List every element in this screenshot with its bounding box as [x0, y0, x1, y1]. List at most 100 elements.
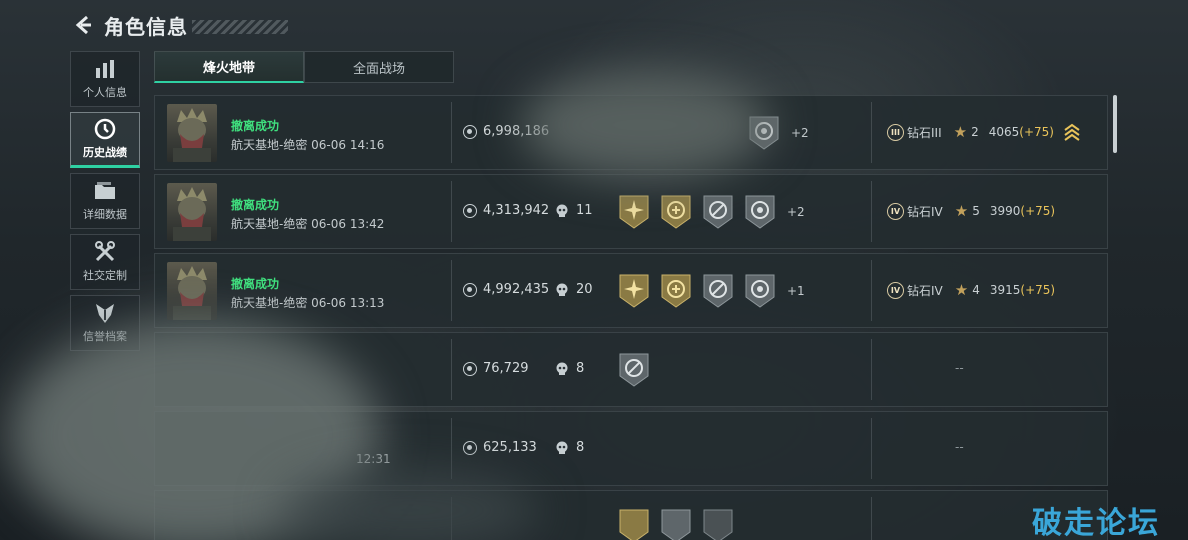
kill-count: 8 — [555, 440, 584, 455]
rank-score: 3990 — [989, 204, 1021, 218]
divider — [451, 260, 452, 321]
match-row[interactable]: 撤离成功 航天基地-绝密 06-06 13:13 4,992,435 20 +1 — [154, 253, 1108, 328]
divider — [871, 260, 872, 321]
medal-gold-star-icon[interactable] — [617, 193, 651, 231]
divider — [451, 418, 452, 479]
star-icon: ★ — [954, 281, 969, 299]
clock-icon — [93, 118, 117, 140]
match-row[interactable] — [154, 490, 1108, 540]
tools-icon — [93, 241, 117, 263]
currency-icon — [463, 282, 477, 297]
nav-label: 历史战绩 — [83, 146, 127, 159]
match-time-partial: 12:31 — [356, 452, 391, 466]
divider — [451, 497, 452, 540]
watermark-text: 破走论坛 — [1032, 506, 1160, 540]
medal-gold-circle-icon[interactable] — [659, 193, 693, 231]
kill-count-text: 20 — [576, 282, 593, 297]
match-row[interactable]: 12:31 625,133 8 -- — [154, 411, 1108, 486]
nav-label: 个人信息 — [83, 86, 127, 99]
title-decoration — [192, 20, 288, 34]
medal-list: +2 — [617, 193, 805, 231]
skull-icon — [556, 441, 568, 454]
nav-label: 信誉档案 — [83, 330, 127, 343]
rank-stars: 2 — [971, 125, 979, 139]
rank-tier: 钻石III — [907, 125, 942, 140]
rank-tier-icon: IV — [887, 202, 904, 220]
medal-gold-circle-icon[interactable] — [659, 272, 693, 310]
divider — [871, 181, 872, 242]
divider — [871, 339, 872, 400]
nav-item-personal-info[interactable]: 个人信息 — [70, 51, 140, 107]
side-navigation: 个人信息 历史战绩 详细数据 社交定制 信誉档案 — [70, 51, 140, 356]
divider — [451, 102, 452, 163]
match-row[interactable]: 76,729 8 -- — [154, 332, 1108, 407]
star-icon: ★ — [953, 123, 968, 141]
divider — [451, 339, 452, 400]
medal-no-weapon-icon[interactable] — [701, 272, 735, 310]
nav-item-detailed-data[interactable]: 详细数据 — [70, 173, 140, 229]
match-row[interactable]: 撤离成功 航天基地-绝密 06-06 14:16 6,998,186 +2 II… — [154, 95, 1108, 170]
match-map-time: 航天基地-绝密 06-06 14:16 — [231, 138, 385, 152]
match-status: 撤离成功 — [231, 277, 280, 291]
tab-full-battlefield[interactable]: 全面战场 — [304, 51, 454, 83]
nav-item-match-history[interactable]: 历史战绩 — [70, 112, 140, 168]
loot-value: 76,729 — [463, 361, 529, 376]
tab-beacon-zone[interactable]: 烽火地带 — [154, 51, 304, 83]
rank-tier: 钻石IV — [907, 204, 943, 219]
loot-value-text: 4,992,435 — [483, 282, 550, 297]
kill-count: 20 — [555, 282, 593, 297]
rank-delta: (+75) — [1020, 204, 1056, 218]
medal-skull-icon[interactable] — [743, 193, 777, 231]
rank-info: IV 钻石IV ★ 4 3915 (+75) — [887, 281, 1055, 299]
rank-tier-icon: IV — [887, 281, 904, 299]
divider — [871, 418, 872, 479]
divider — [871, 497, 872, 540]
rank-tier-icon: III — [887, 123, 904, 141]
rank-score: 4065 — [988, 125, 1020, 139]
loot-value: 625,133 — [463, 440, 537, 455]
kill-count-text: 8 — [576, 361, 585, 376]
bar-chart-icon — [93, 58, 117, 80]
kill-count-text: 11 — [576, 203, 593, 218]
medal-gold-star-icon[interactable] — [617, 272, 651, 310]
medal-skull-icon[interactable] — [747, 114, 781, 152]
medal-no-weapon-icon[interactable] — [617, 351, 651, 389]
nav-label: 详细数据 — [83, 208, 127, 221]
extra-medals-count: +1 — [787, 284, 805, 298]
loot-value-text: 76,729 — [483, 361, 529, 376]
medal-list: +1 — [617, 272, 805, 310]
back-arrow-icon[interactable] — [70, 12, 96, 38]
match-row[interactable]: 撤离成功 航天基地-绝密 06-06 13:42 4,313,942 11 +2 — [154, 174, 1108, 249]
rank-info: III 钻石III ★ 2 4065 (+75) — [887, 123, 1080, 141]
currency-icon — [463, 361, 477, 376]
medal-skull-icon[interactable] — [743, 272, 777, 310]
rank-info: IV 钻石IV ★ 5 3990 (+75) — [887, 202, 1055, 220]
operator-avatar — [167, 104, 217, 162]
scrollbar[interactable] — [1113, 95, 1117, 153]
kill-count-text: 8 — [576, 440, 585, 455]
medal-gold-star-icon[interactable] — [617, 507, 651, 540]
medal-list — [617, 351, 659, 389]
rank-placeholder: -- — [955, 361, 964, 375]
match-map-time: 航天基地-绝密 06-06 13:42 — [231, 217, 385, 231]
rank-stars: 5 — [972, 204, 980, 218]
medal-no-weapon-icon[interactable] — [701, 193, 735, 231]
rank-score: 3915 — [989, 283, 1021, 297]
rank-placeholder: -- — [955, 440, 964, 454]
skull-icon — [556, 283, 568, 296]
kill-count: 11 — [555, 203, 593, 218]
rank-stars: 4 — [972, 283, 980, 297]
match-map-time: 航天基地-绝密 06-06 13:13 — [231, 296, 385, 310]
mode-tabs: 烽火地带 全面战场 — [154, 51, 454, 83]
folder-icon — [93, 180, 117, 202]
currency-icon — [463, 124, 477, 139]
extra-medals-count: +2 — [787, 205, 805, 219]
medal-skull-icon[interactable] — [659, 507, 693, 540]
loot-value-text: 625,133 — [483, 440, 537, 455]
nav-item-social-custom[interactable]: 社交定制 — [70, 234, 140, 290]
medal-list: +2 — [747, 114, 809, 152]
medal-no-weapon-icon[interactable] — [701, 507, 735, 540]
nav-item-credit-file[interactable]: 信誉档案 — [70, 295, 140, 351]
header: 角色信息 — [70, 8, 288, 42]
skull-icon — [556, 362, 568, 375]
